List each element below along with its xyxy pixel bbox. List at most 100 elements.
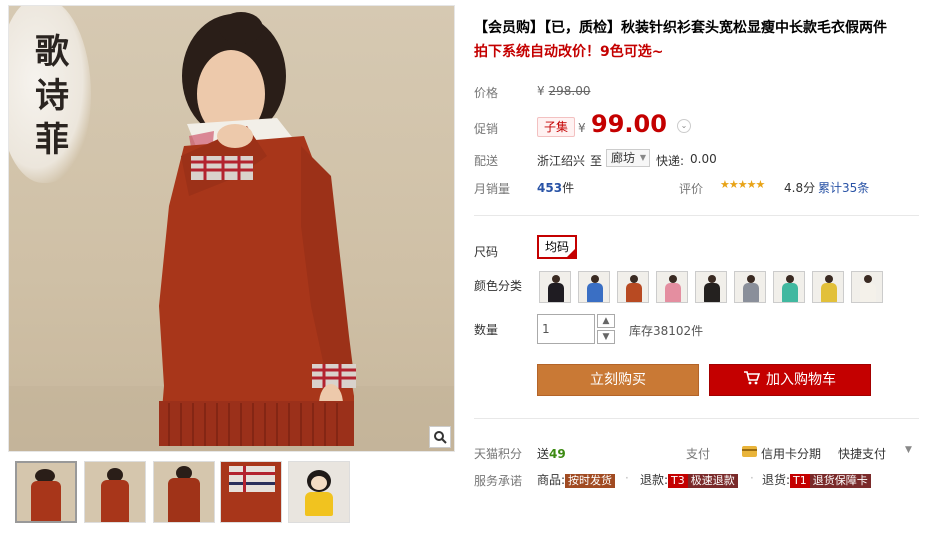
chevron-down-icon[interactable]: ▼ — [905, 445, 912, 455]
swatch-model-head — [747, 275, 755, 283]
selected-check-icon — [565, 247, 577, 259]
thumbnail-1[interactable] — [15, 461, 77, 523]
size-option-selected[interactable]: 均码 — [537, 235, 577, 259]
review-count-link[interactable]: 累计35条 — [818, 179, 869, 196]
swatch-model-head — [630, 275, 638, 283]
swatch-model-head — [669, 275, 677, 283]
swatch-model-head — [708, 275, 716, 283]
stock-text: 库存38102件 — [629, 324, 704, 338]
shipping-fee: 0.00 — [690, 152, 717, 166]
swatch-garment — [704, 283, 720, 302]
original-price: ¥ 298.00 — [537, 84, 590, 98]
color-swatch-5[interactable] — [695, 271, 727, 303]
magnifier-icon[interactable] — [429, 426, 451, 448]
shipping-to-word: 至 — [590, 154, 603, 168]
monthly-sales-label: 月销量 — [474, 182, 511, 196]
fast-refund-badge[interactable]: 极速退款 — [687, 474, 738, 488]
monthly-sales-count: 453 — [537, 181, 563, 195]
color-swatch-1[interactable] — [539, 271, 571, 303]
points-send-text: 送 — [537, 447, 550, 461]
color-swatch-7[interactable] — [773, 271, 805, 303]
monthly-sales-unit: 件 — [562, 181, 575, 195]
promo-label: 促销 — [474, 122, 499, 136]
swatch-garment — [626, 283, 642, 302]
swatch-garment — [743, 283, 759, 302]
quantity-label: 数量 — [474, 323, 499, 337]
size-label: 尺码 — [474, 245, 499, 259]
on-time-badge[interactable]: 按时发货 — [565, 474, 616, 488]
color-swatch-8[interactable] — [812, 271, 844, 303]
service-goods: 商品: 按时发货 — [537, 471, 616, 488]
price-label: 价格 — [474, 86, 499, 100]
swatch-model-head — [825, 275, 833, 283]
section-divider — [474, 418, 919, 419]
shipping-fee-label: 快递: — [656, 154, 685, 168]
card-installment[interactable]: 信用卡分期 — [761, 445, 821, 462]
return-label: 退货: — [762, 473, 791, 487]
service-return: 退货: T1 退货保障卡 — [762, 471, 871, 488]
decrement-button[interactable]: ▼ — [597, 330, 615, 344]
swatch-garment — [587, 283, 603, 302]
promo-currency: ¥ — [578, 121, 586, 135]
rating-label: 评价 — [679, 182, 704, 196]
cart-icon — [744, 366, 761, 385]
credit-card-icon — [742, 446, 757, 457]
promo-tag: 子集 — [537, 117, 576, 137]
dot-separator: · — [625, 471, 629, 485]
swatch-garment — [782, 283, 798, 302]
section-divider — [474, 215, 919, 216]
rating-score: 4.8分 — [784, 181, 816, 195]
color-swatch-9[interactable] — [851, 271, 883, 303]
color-swatch-2[interactable] — [578, 271, 610, 303]
quantity-input[interactable]: 1 — [537, 314, 595, 344]
thumbnail-2[interactable] — [84, 461, 146, 523]
thumbnail-4[interactable] — [220, 461, 282, 523]
shipping-from: 浙江绍兴 — [537, 154, 586, 168]
color-swatch-4[interactable] — [656, 271, 688, 303]
refund-tag: T3 — [668, 474, 688, 488]
color-swatch-6[interactable] — [734, 271, 766, 303]
destination-select[interactable]: 廊坊 ▼ — [606, 149, 650, 167]
promo-price: 99.00 — [591, 110, 667, 138]
increment-button[interactable]: ▲ — [597, 314, 615, 328]
destination-value: 廊坊 — [611, 151, 636, 165]
points-value: 送49 — [537, 445, 566, 462]
original-price-value: 298.00 — [548, 84, 591, 98]
add-to-cart-button[interactable]: 加入购物车 — [709, 364, 871, 396]
currency-symbol: ¥ — [537, 84, 545, 98]
buy-now-button[interactable]: 立刻购买 — [537, 364, 699, 396]
return-guarantee-badge[interactable]: 退货保障卡 — [809, 474, 871, 488]
swatch-garment — [665, 283, 681, 302]
swatch-garment — [860, 283, 876, 302]
points-number: 49 — [549, 447, 566, 461]
service-refund: 退款: T3 极速退款 — [640, 471, 738, 488]
service-label: 服务承诺 — [474, 474, 523, 488]
color-swatch-3[interactable] — [617, 271, 649, 303]
pay-label: 支付 — [686, 447, 711, 461]
swatch-garment — [548, 283, 564, 302]
dot-separator: · — [750, 471, 754, 485]
swatch-model-head — [591, 275, 599, 283]
star-rating-icon: ★★★★★ — [720, 178, 765, 191]
swatch-model-head — [864, 275, 872, 283]
thumbnail-5[interactable] — [288, 461, 350, 523]
return-tag: T1 — [790, 474, 810, 488]
swatch-garment — [821, 283, 837, 302]
points-label: 天猫积分 — [474, 447, 523, 461]
quick-pay[interactable]: 快捷支付 — [838, 445, 886, 462]
goods-label: 商品: — [537, 473, 566, 487]
swatch-model-head — [786, 275, 794, 283]
monthly-sales: 453件 — [537, 179, 574, 196]
color-label: 颜色分类 — [474, 279, 523, 293]
chevron-down-icon[interactable]: ⌄ — [677, 119, 691, 133]
thumbnail-3[interactable] — [153, 461, 215, 523]
product-subtitle: 拍下系统自动改价！9色可选~ — [474, 44, 664, 60]
add-to-cart-label: 加入购物车 — [766, 372, 836, 388]
product-title: 【会员购】【已，质检】秋装针织衫套头宽松显瘦中长款毛衣假两件 — [474, 20, 887, 36]
dropdown-arrow-icon: ▼ — [639, 153, 646, 162]
refund-label: 退款: — [640, 473, 669, 487]
shipping-label: 配送 — [474, 154, 499, 168]
main-product-image[interactable]: 歌诗菲 — [8, 5, 455, 452]
brand-logo: 歌诗菲 — [35, 32, 69, 160]
swatch-model-head — [552, 275, 560, 283]
